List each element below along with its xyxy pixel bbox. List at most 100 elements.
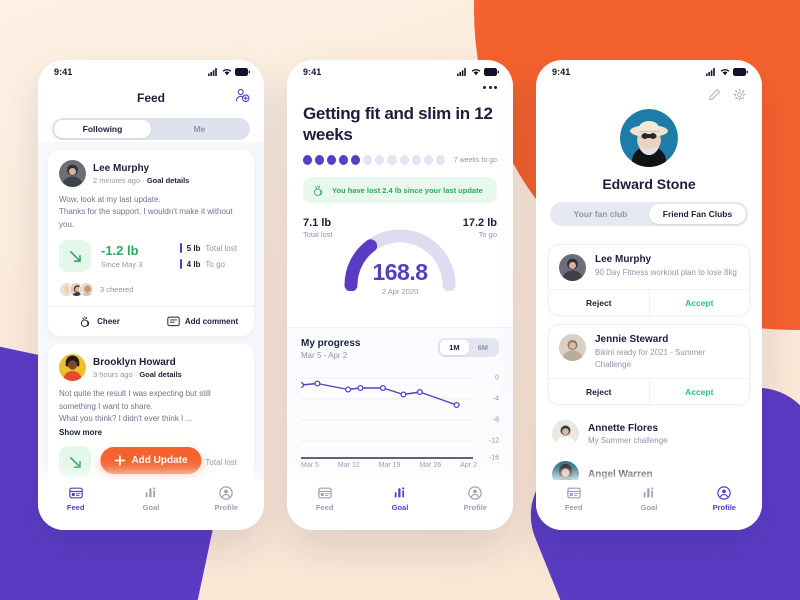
pencil-icon[interactable] [708,88,721,101]
tab-goal-label: Goal [640,503,658,512]
week-dot-empty [399,155,409,166]
x-tick: Mar 5 [301,462,319,469]
tab-feed-label: Feed [66,503,85,512]
post-header: Brooklyn Howard 3 hours ago · Goal detai… [59,354,243,382]
profile-segment-control[interactable]: Your fan club Friend Fan Clubs [550,202,748,226]
cheered-row[interactable]: 3 cheered [59,282,243,298]
gear-icon[interactable] [733,88,746,101]
status-bar: 9:41 [536,60,762,84]
range-1m[interactable]: 1M [440,340,469,355]
gauge-right-stat: 17.2 lb To go [463,217,497,239]
x-tick: Mar 26 [419,462,442,469]
avatar [79,282,94,298]
show-more-button[interactable]: Show more [59,428,243,437]
add-comment-button[interactable]: Add comment [151,307,254,336]
profile-name: Edward Stone [602,176,696,192]
x-tick: Apr 2 [460,462,477,469]
post-action-bar: Cheer Add comment [48,306,254,336]
post-author-name: Lee Murphy [93,162,150,174]
week-dot-filled [327,155,337,166]
chart-svg [301,377,473,459]
weight-gauge: 7.1 lb Total lost 17.2 lb To go 168.8 2 … [287,217,513,313]
request-name: Lee Murphy [595,254,652,265]
post-time: 2 minutes ago [93,175,141,185]
member-name: Angel Warren [588,469,653,481]
progress-panel-header: My progress Mar 5 - Apr 2 1M 6M [301,338,499,360]
dot [494,86,497,89]
more-horizontal-icon[interactable] [483,86,497,89]
cheered-count-label: 3 cheered [100,285,134,295]
tab-following[interactable]: Following [54,120,151,138]
y-tick: 0 [495,374,499,382]
cheer-button[interactable]: Cheer [48,307,151,336]
wifi-icon [222,69,232,76]
avatar[interactable] [552,420,579,448]
avatar[interactable] [559,254,586,281]
tab-me[interactable]: Me [151,120,248,138]
tab-feed[interactable]: Feed [546,486,602,512]
toast-text: You have lost 2.4 lb since your last upd… [332,185,483,195]
tab-feed[interactable]: Feed [297,486,353,512]
status-bar-time: 9:41 [552,67,571,77]
tab-goal[interactable]: Goal [621,486,677,512]
tab-feed-label: Feed [564,503,583,512]
tab-your-fan-club[interactable]: Your fan club [552,204,649,224]
accept-button[interactable]: Accept [650,379,750,404]
weeks-progress-indicator: 7 weeks to go [303,155,497,166]
post-goal-link[interactable]: Goal details [139,370,182,379]
tab-profile-label: Profile [463,503,487,512]
status-bar-icons [208,68,250,76]
y-tick: -4 [492,395,499,403]
add-friend-icon[interactable] [235,88,250,108]
feed-post-card[interactable]: Lee Murphy 2 minutes ago · Goal details … [48,150,254,337]
chart-y-axis-labels: 0 -4 -8 -12 -16 [479,370,499,462]
avatar[interactable] [559,334,586,361]
profile-header-actions [536,84,762,101]
list-item[interactable]: Annette Flores My Summer challenge [548,413,750,454]
post-goal-link[interactable]: Goal details [147,176,190,185]
avatar[interactable] [59,160,86,187]
post-author-name: Brooklyn Howard [93,356,176,368]
fan-club-request-card: Jennie Steward Bikini ready for 2021 - S… [548,324,750,406]
fan-club-request-card: Lee Murphy 90 Day Fitness workout plan t… [548,244,750,316]
status-bar: 9:41 [38,60,264,84]
tab-friend-fan-clubs[interactable]: Friend Fan Clubs [649,204,746,224]
post-meta-separator: · [142,175,145,185]
arrow-down-right-icon [59,446,91,479]
chart-data-point [400,391,407,398]
range-6m[interactable]: 6M [469,340,497,355]
tab-goal-label: Goal [391,503,409,512]
range-segment-control[interactable]: 1M 6M [438,338,499,357]
request-actions: Reject Accept [549,378,750,405]
clapping-hands-icon [313,185,323,196]
tab-goal[interactable]: Goal [123,486,179,512]
tab-profile[interactable]: Profile [696,486,752,512]
add-comment-label: Add comment [184,317,239,327]
reject-button[interactable]: Reject [549,379,650,405]
tab-profile-label: Profile [214,503,238,512]
progress-title: My progress [301,338,361,349]
tab-goal[interactable]: Goal [372,486,428,512]
gauge-total-lost-value: 7.1 lb [303,217,332,230]
tab-feed[interactable]: Feed [48,486,104,512]
reject-button[interactable]: Reject [549,290,650,315]
cellular-signal-icon [208,68,217,76]
profile-icon [468,486,483,500]
avatar[interactable] [59,354,86,382]
status-bar-icons [706,68,748,76]
feed-icon [68,487,83,499]
wifi-icon [720,69,730,76]
gauge-to-go-label: To go [478,230,497,240]
tab-profile[interactable]: Profile [447,486,503,512]
tab-profile[interactable]: Profile [198,486,254,512]
feed-segment-control[interactable]: Following Me [52,118,250,140]
add-update-button[interactable]: Add Update [100,447,202,474]
accept-button[interactable]: Accept [650,290,750,315]
stat-label: To go [205,259,225,269]
progress-line-chart: 0 -4 -8 -12 -16 Mar 5 Mar 12 Mar 19 Mar … [301,370,499,478]
avatar[interactable] [620,109,678,167]
chart-x-axis-labels: Mar 5 Mar 12 Mar 19 Mar 26 Apr 2 [301,462,477,469]
post-meta-separator: · [134,369,138,379]
battery-icon [733,68,748,76]
stat-bar-icon [179,243,182,254]
